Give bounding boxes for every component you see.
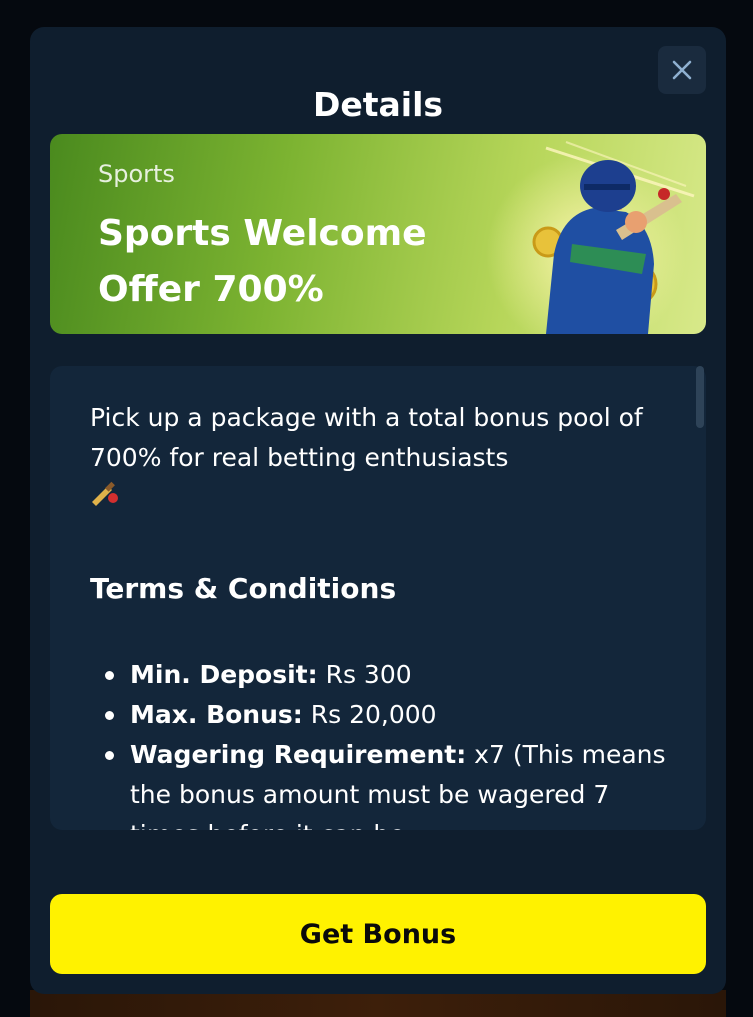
description-text: Pick up a package with a total bonus poo… <box>90 403 643 472</box>
modal-title: Details <box>312 85 444 124</box>
cricket-bat-icon <box>92 481 118 506</box>
cricket-player-illustration <box>486 141 695 334</box>
offer-description: Pick up a package with a total bonus poo… <box>90 398 670 518</box>
terms-list: Min. Deposit: Rs 300 Max. Bonus: Rs 20,0… <box>90 655 670 830</box>
close-button[interactable] <box>658 46 706 94</box>
promo-banner: Sports Sports Welcome Offer 700% <box>50 134 706 334</box>
get-bonus-button[interactable]: Get Bonus <box>50 894 706 974</box>
banner-title: Sports Welcome Offer 700% <box>98 213 427 310</box>
details-modal: Details Sports Sports Welcome Offer 700% <box>30 27 726 994</box>
backdrop <box>30 990 726 1017</box>
terms-heading: Terms & Conditions <box>90 572 397 605</box>
list-item: Min. Deposit: Rs 300 <box>90 655 670 695</box>
offer-details-panel[interactable]: Pick up a package with a total bonus poo… <box>50 366 706 830</box>
scrollbar[interactable] <box>696 366 704 428</box>
list-item: Wagering Requirement: x7 (This means the… <box>90 735 670 830</box>
list-item: Max. Bonus: Rs 20,000 <box>90 695 670 735</box>
close-icon <box>672 60 692 80</box>
banner-category: Sports <box>98 160 175 188</box>
